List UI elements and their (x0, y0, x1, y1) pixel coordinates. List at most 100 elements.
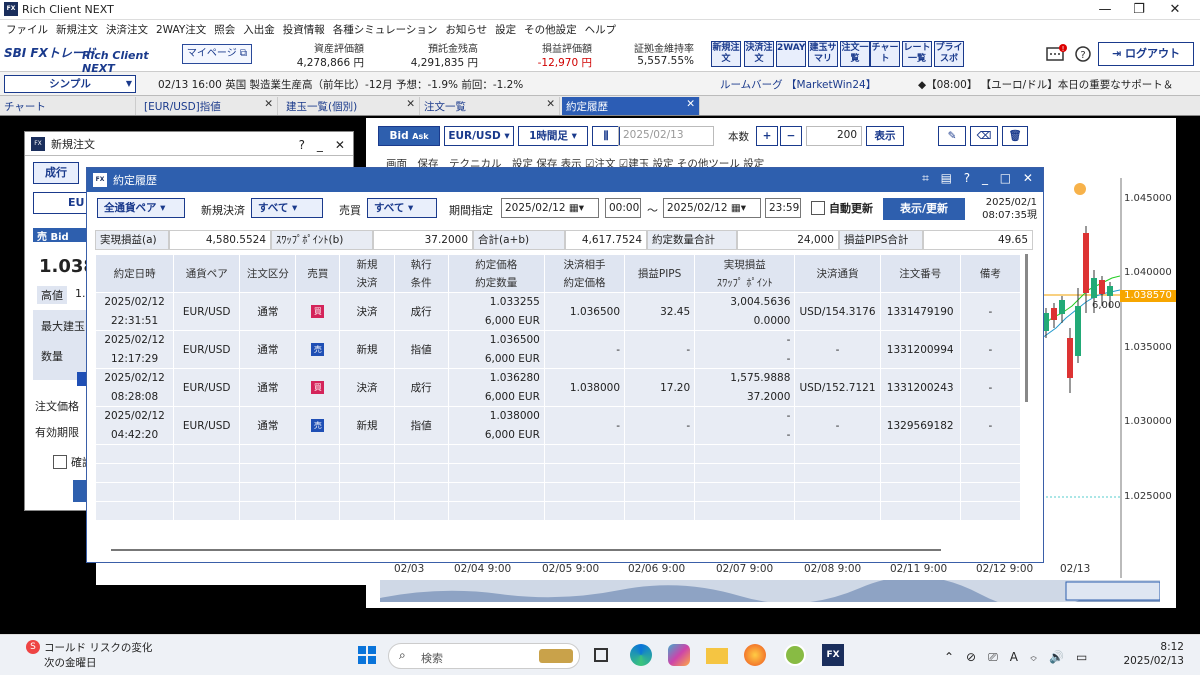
chart-date-input[interactable]: 2025/02/13 (618, 126, 714, 146)
count-plus-button[interactable]: + (756, 126, 778, 146)
weather-icon[interactable]: S (26, 640, 40, 654)
minimize-icon[interactable]: — (1088, 0, 1122, 20)
count-minus-button[interactable]: − (780, 126, 802, 146)
message-icon[interactable]: ! (1045, 43, 1069, 65)
tab[interactable]: チャート (0, 97, 136, 115)
bid-ask-toggle[interactable]: Bid Ask (378, 126, 440, 146)
close-icon[interactable]: ✕ (1158, 0, 1192, 20)
tab-close-icon[interactable]: ✕ (406, 98, 415, 110)
news-ticker-3[interactable]: ◆【08:00】 【ユーロ/ドル】本日の重要なサポート＆ (918, 77, 1198, 92)
new-order-window-controls[interactable]: ? _ ✕ (299, 136, 345, 153)
tab-close-icon[interactable]: ✕ (264, 98, 273, 110)
tray-icons[interactable]: ⌃ ⊘ ⎚ A ⌔ 🔊 ▭ (944, 648, 1087, 665)
weather-title[interactable]: コールド リスクの変化 (44, 640, 152, 655)
horizontal-scrollbar[interactable] (111, 549, 941, 551)
menu-item[interactable]: ファイル (6, 20, 56, 38)
column-header[interactable]: 約定日時 (94, 254, 175, 293)
clock-date[interactable]: 2025/02/13 (1118, 655, 1184, 667)
column-header[interactable]: 注文区分 (239, 254, 297, 293)
table-row[interactable]: 2025/02/12 EUR/USD 通常売新規 指値 1.036500- - - -1331… (94, 330, 1022, 369)
to-time-input[interactable]: 23:59 (765, 198, 801, 218)
column-header[interactable]: 損益PIPS (624, 254, 696, 293)
table-row[interactable]: 2025/02/12 EUR/USD 通常 買 決済 成行 1.036280 1.038000… (94, 368, 1022, 407)
order-pair-select[interactable]: EU (33, 192, 93, 214)
edge-icon[interactable] (630, 644, 652, 666)
dialog-window-controls[interactable]: ⌗ ▤ ? _ □ ✕ (922, 171, 1037, 186)
tab-close-icon[interactable]: ✕ (546, 98, 555, 110)
trash-icon[interactable]: 🗑 (1002, 126, 1028, 146)
side-filter-select[interactable]: すべて ▾ (367, 198, 437, 218)
menu-item[interactable]: 2WAY注文 (156, 20, 214, 38)
count-input[interactable]: 200 (806, 126, 862, 146)
help-icon[interactable]: ? (1074, 45, 1092, 63)
toolbar-button[interactable]: 建玉サマリ (808, 41, 838, 67)
menu-item[interactable]: 決済注文 (106, 20, 156, 38)
menu-item[interactable]: 設定 (495, 20, 524, 38)
column-header[interactable]: 売買 (295, 254, 341, 293)
copilot-icon[interactable] (668, 644, 690, 666)
column-header[interactable]: 注文番号 (879, 254, 961, 293)
table-row[interactable]: 2025/02/12 EUR/USD 通常 買 決済 成行 1.033255 1.036500… (94, 292, 1022, 331)
table-row[interactable]: 2025/02/12 EUR/USD 通常売新規 指値 1.038000- - - -1329… (94, 406, 1022, 445)
tab[interactable]: 注文一覧 ✕ (420, 97, 560, 115)
maximize-icon[interactable]: ❐ (1122, 0, 1156, 20)
column-header[interactable]: 新規 決済 (339, 254, 395, 293)
explorer-icon[interactable] (706, 648, 728, 664)
news-ticker-1[interactable]: 02/13 16:00 英国 製造業生産高（前年比）-12月 予想：-1.9% … (158, 77, 698, 92)
pair-filter-select[interactable]: 全通貨ペア ▾ (97, 198, 185, 218)
chart-pair-select[interactable]: EUR/USD ▾ (444, 126, 514, 146)
column-header[interactable]: 決済通貨 (794, 254, 881, 293)
logout-button[interactable]: ⇥ ログアウト (1098, 42, 1194, 66)
from-time-input[interactable]: 00:00 (605, 198, 641, 218)
chart-period-select[interactable]: 1時間足 ▾ (518, 126, 588, 146)
fx-taskbar-icon[interactable]: FX (822, 644, 844, 666)
column-header[interactable]: 執行 条件 (393, 254, 449, 293)
task-view-icon[interactable] (594, 648, 608, 662)
toolbar-button[interactable]: 注文一覧 (840, 41, 870, 67)
layout-mode-select[interactable]: シンプル ▼ (4, 75, 136, 93)
windows-start-icon[interactable] (356, 644, 378, 666)
toolbar-button[interactable]: レート一覧 (902, 41, 932, 67)
chart-navigator[interactable] (380, 576, 1161, 610)
column-header[interactable]: 決済相手 約定価格 (543, 254, 626, 293)
order-submit-button[interactable] (73, 480, 87, 502)
auto-update-checkbox[interactable]: 自動更新 (811, 200, 873, 216)
menu-item[interactable]: 照会 (214, 20, 243, 38)
firefox-icon[interactable] (744, 644, 766, 666)
menu-item[interactable]: 入出金 (243, 20, 283, 38)
toolbar-button[interactable]: プライスボ (934, 41, 964, 67)
to-date-input[interactable]: 2025/02/12 ▦▾ (663, 198, 761, 218)
candle-type-icon[interactable]: ⫼ (592, 126, 620, 146)
news-ticker-2[interactable]: ルームバーグ 【MarketWin24】 (720, 77, 900, 92)
menu-item[interactable]: 各種シミュレーション (333, 20, 446, 38)
clock-time[interactable]: 8:12 (1136, 641, 1184, 653)
menu-item[interactable]: 投資情報 (283, 20, 333, 38)
toolbar-button[interactable]: 新規注文 (711, 41, 741, 67)
tab[interactable]: [EUR/USD]指値 ✕ (140, 97, 278, 115)
menu-item[interactable]: お知らせ (445, 20, 495, 38)
market-order-tab[interactable]: 成行 (33, 162, 79, 184)
eraser-icon[interactable]: ⌫ (970, 126, 998, 146)
kind-filter-select[interactable]: すべて ▾ (251, 198, 323, 218)
column-header[interactable]: 実現損益 ｽﾜｯﾌﾟ ﾎﾟｲﾝﾄ (694, 254, 796, 293)
menu-item[interactable]: ヘルプ (585, 20, 625, 38)
app-icon[interactable] (784, 644, 806, 666)
pen-icon[interactable]: ✎ (938, 126, 966, 146)
toolbar-button[interactable]: 2WAY (776, 41, 806, 67)
vertical-scrollbar[interactable] (1025, 254, 1028, 402)
taskbar-search[interactable]: ⌕ 検索 (388, 643, 580, 669)
tab[interactable]: 建玉一覧(個別) ✕ (282, 97, 420, 115)
mypage-button[interactable]: マイページ ⧉ (182, 44, 252, 64)
chart-show-button[interactable]: 表示 (866, 126, 904, 146)
tab[interactable]: 約定履歴 ✕ (562, 97, 700, 115)
refresh-button[interactable]: 表示/更新 (883, 198, 965, 220)
tab-close-icon[interactable]: ✕ (686, 98, 695, 110)
column-header[interactable]: 通貨ペア (173, 254, 241, 293)
toolbar-button[interactable]: チャート (870, 41, 900, 67)
from-date-input[interactable]: 2025/02/12 ▦▾ (501, 198, 599, 218)
toolbar-button[interactable]: 決済注文 (744, 41, 774, 67)
column-header[interactable]: 備考 (959, 254, 1022, 293)
menu-item[interactable]: その他設定 (524, 20, 585, 38)
menu-item[interactable]: 新規注文 (56, 20, 106, 38)
column-header[interactable]: 約定価格 約定数量 (447, 254, 545, 293)
